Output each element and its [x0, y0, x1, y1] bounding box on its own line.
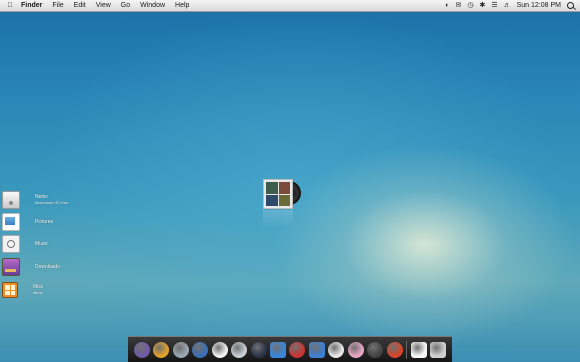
- hard-drive-icon: [2, 191, 20, 209]
- downloads-folder-icon: [2, 258, 20, 276]
- dock: [128, 336, 452, 362]
- desktop-icon-downloads[interactable]: Downloads: [2, 257, 92, 277]
- desktop-icon-pictures[interactable]: Pictures: [2, 212, 92, 232]
- mouse-icon[interactable]: [410, 342, 427, 358]
- menu-file[interactable]: File: [47, 0, 68, 11]
- volume-icon[interactable]: ♬: [504, 0, 511, 11]
- desktop-icon-label: Downloads: [35, 264, 60, 270]
- album-cover: [263, 179, 293, 209]
- menubar-clock[interactable]: Sun 12:08 PM: [517, 2, 561, 9]
- menu-bar:  Finder File Edit View Go Window Help ◐…: [0, 0, 580, 12]
- menu-finder[interactable]: Finder: [16, 0, 47, 11]
- app-store-icon[interactable]: [270, 342, 287, 358]
- launchpad-icon[interactable]: [133, 342, 150, 358]
- bluetooth-icon[interactable]: ✱: [479, 0, 485, 11]
- desktop-icon-misc[interactable]: Misc items: [2, 280, 92, 300]
- mail-icon[interactable]: ✉: [455, 0, 461, 11]
- monitor-icon[interactable]: [231, 342, 248, 358]
- pages-icon[interactable]: [308, 342, 325, 358]
- menu-window[interactable]: Window: [135, 0, 170, 11]
- time-machine-icon[interactable]: ◷: [467, 0, 473, 11]
- pictures-folder-icon: [2, 213, 20, 231]
- ice-cream-app-icon[interactable]: [347, 342, 364, 358]
- desktop-icon-label: Pictures: [35, 219, 54, 225]
- menu-view[interactable]: View: [91, 0, 116, 11]
- status-tray: ◐ ✉ ◷ ✱ ☰ ♬ Sun 12:08 PM: [445, 0, 580, 11]
- safari-icon[interactable]: [172, 342, 189, 358]
- spotlight-search-icon[interactable]: [567, 2, 574, 9]
- music-app-icon[interactable]: [386, 342, 403, 358]
- menu-go[interactable]: Go: [116, 0, 135, 11]
- desktop-icon-label: Music: [35, 241, 49, 247]
- menu-help[interactable]: Help: [170, 0, 194, 11]
- now-playing-album-widget[interactable]: [263, 179, 301, 209]
- wifi-icon[interactable]: ☰: [491, 0, 497, 11]
- dock-separator: [406, 341, 408, 359]
- menu-edit[interactable]: Edit: [69, 0, 91, 11]
- mail-icon[interactable]: [192, 342, 209, 358]
- dashboard-icon[interactable]: ◐: [445, 0, 449, 11]
- album-reflection: [263, 210, 293, 228]
- preferences-icon[interactable]: [211, 342, 228, 358]
- desktop-icon-music[interactable]: Music: [2, 234, 92, 254]
- music-folder-icon: [2, 235, 20, 253]
- trash-icon[interactable]: [430, 342, 447, 358]
- tools-icon[interactable]: [289, 342, 306, 358]
- photo-booth-icon[interactable]: [367, 342, 384, 358]
- phone-icon[interactable]: [328, 342, 345, 358]
- apple-menu-icon[interactable]: : [4, 2, 16, 9]
- batman-app-icon[interactable]: [250, 342, 267, 358]
- desktop-icon-sublabel: Macintosh HD free: [35, 200, 69, 205]
- finder-icon[interactable]: [153, 342, 170, 358]
- misc-folder-icon: [2, 282, 18, 298]
- desktop-icon-hd[interactable]: Neiko Macintosh HD free: [2, 190, 92, 210]
- desktop-icon-sublabel: items: [33, 290, 43, 295]
